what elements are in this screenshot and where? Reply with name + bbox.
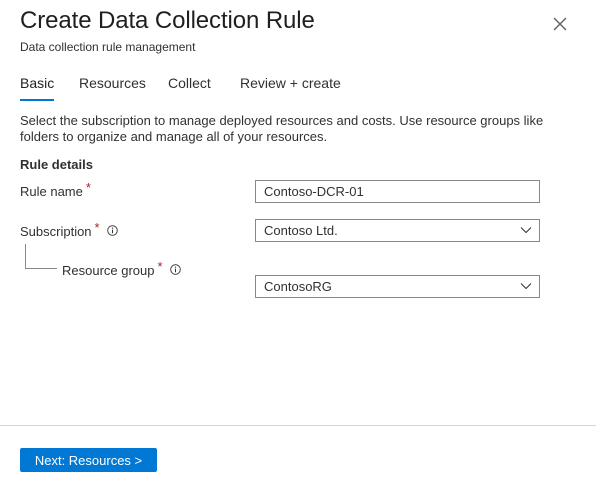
tree-connector [25, 244, 26, 268]
active-tab-indicator [20, 99, 54, 101]
rule-name-label: Rule name * [20, 180, 91, 199]
subscription-label: Subscription * [20, 220, 118, 239]
page-subtitle: Data collection rule management [20, 40, 196, 54]
chevron-down-icon [520, 227, 532, 234]
subscription-value: Contoso Ltd. [264, 223, 338, 238]
tab-basic[interactable]: Basic [20, 75, 54, 91]
tree-connector [25, 268, 57, 269]
section-title: Rule details [20, 157, 93, 172]
rule-name-label-text: Rule name [20, 184, 83, 199]
next-resources-button[interactable]: Next: Resources > [20, 448, 157, 472]
subscription-dropdown[interactable]: Contoso Ltd. [255, 219, 540, 242]
info-icon[interactable] [107, 224, 118, 236]
rule-name-input[interactable]: Contoso-DCR-01 [255, 180, 540, 203]
tab-review-create[interactable]: Review + create [240, 75, 341, 91]
page-title: Create Data Collection Rule [20, 7, 315, 34]
required-marker: * [94, 220, 100, 235]
resource-group-value: ContosoRG [264, 279, 332, 294]
info-icon[interactable] [170, 263, 181, 275]
description-text: Select the subscription to manage deploy… [20, 113, 544, 144]
rule-name-value: Contoso-DCR-01 [264, 184, 364, 199]
footer-divider [0, 425, 596, 426]
resource-group-label-text: Resource group [62, 263, 155, 278]
tab-collect[interactable]: Collect [168, 75, 211, 91]
close-icon[interactable] [549, 13, 571, 35]
required-marker: * [157, 259, 163, 274]
resource-group-dropdown[interactable]: ContosoRG [255, 275, 540, 298]
subscription-label-text: Subscription [20, 224, 92, 239]
tab-resources[interactable]: Resources [79, 75, 146, 91]
chevron-down-icon [520, 283, 532, 290]
required-marker: * [85, 180, 91, 195]
resource-group-label: Resource group * [62, 259, 181, 278]
